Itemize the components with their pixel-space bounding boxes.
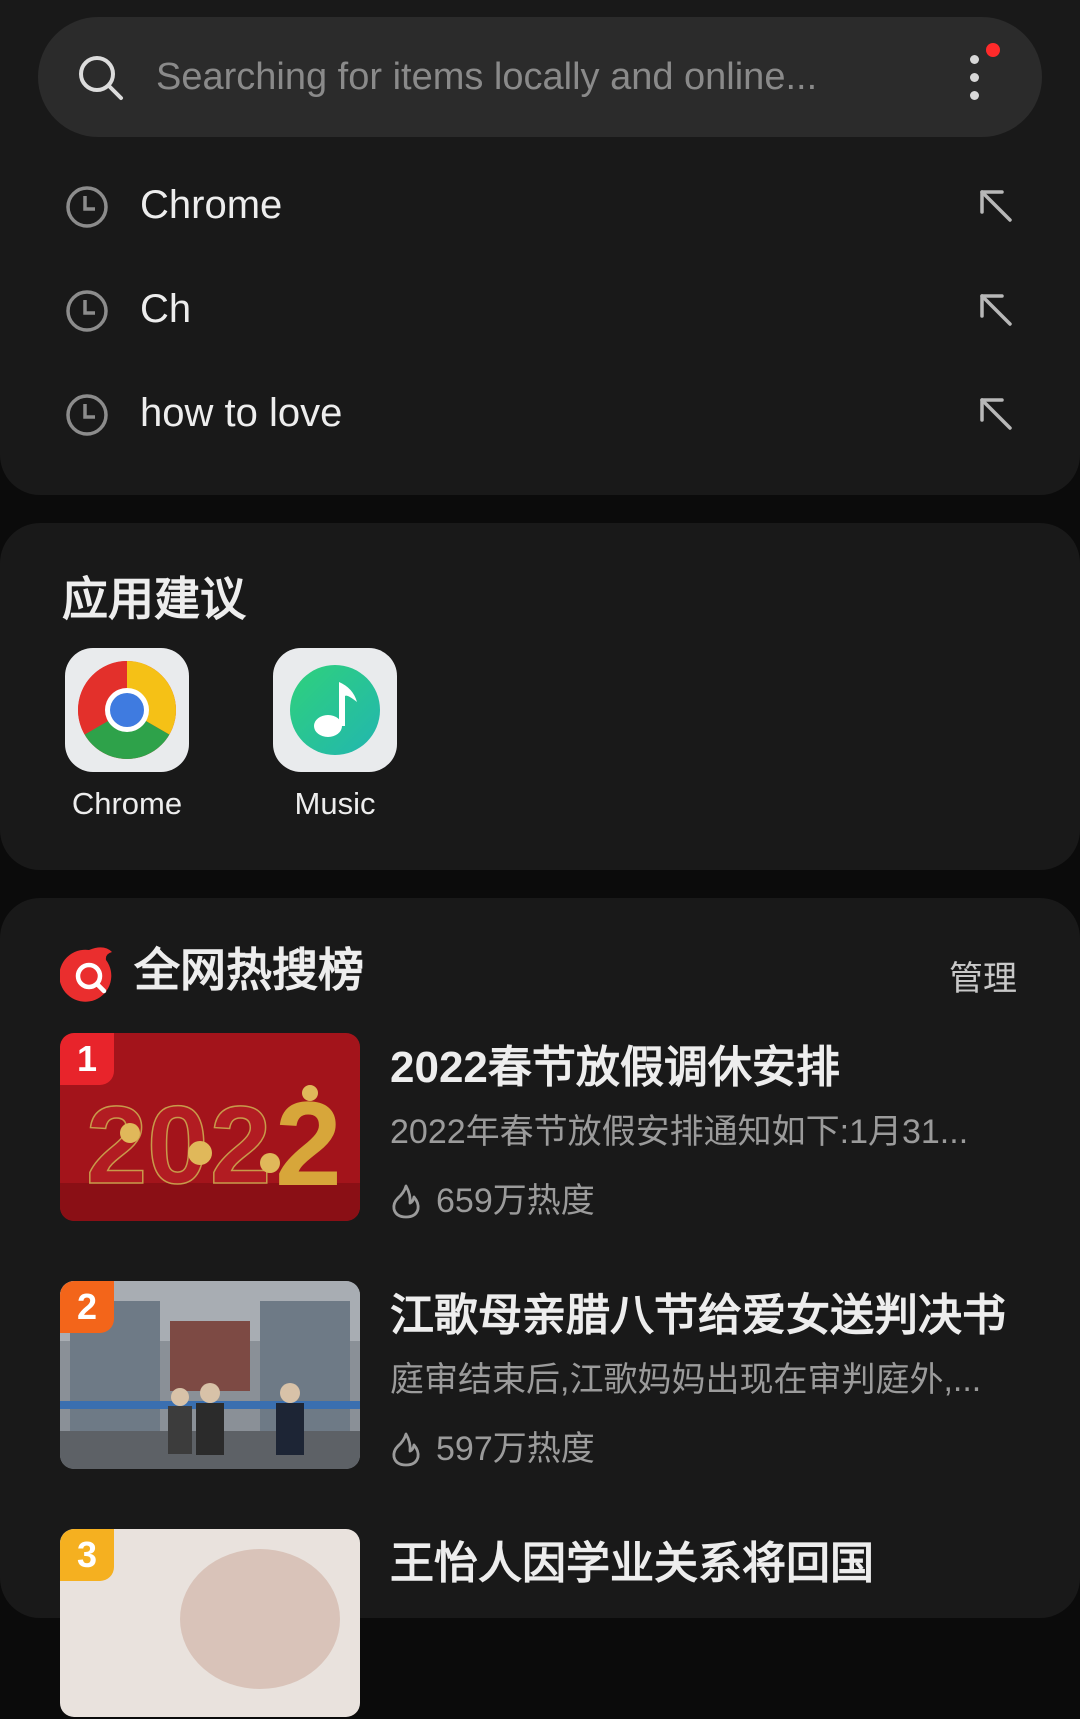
music-icon[interactable] <box>273 648 397 772</box>
hot-search-item[interactable]: 2 江歌母亲腊八节给爱女送判决书 庭审结束后,江歌妈妈出现在审判庭外,... 5… <box>0 1281 1080 1471</box>
history-item[interactable]: Ch <box>0 262 1080 362</box>
hot-item-title: 王怡人因学业关系将回国 <box>390 1539 874 1588</box>
app-chrome[interactable]: Chrome <box>65 648 189 822</box>
app-suggestions-title: 应用建议 <box>62 573 246 625</box>
hot-search-item[interactable]: 20 2 2 1 2022春节放假调休安排 2022年春节放假安排通知如下:1月… <box>0 1033 1080 1223</box>
hot-search-card: 全网热搜榜 管理 20 2 2 1 2022春节放假调休安排 2022年春节放假… <box>0 898 1080 1717</box>
more-dot-icon <box>970 73 979 82</box>
hot-search-title: 全网热搜榜 <box>134 944 364 996</box>
more-options-button[interactable] <box>946 43 1006 113</box>
history-item[interactable]: Chrome <box>0 158 1080 258</box>
hot-item-thumbnail: 2 <box>60 1281 360 1469</box>
hot-item-title: 江歌母亲腊八节给爱女送判决书 <box>390 1291 1006 1340</box>
history-item-text: Chrome <box>140 183 283 227</box>
hot-item-thumbnail: 20 2 2 1 <box>60 1033 360 1221</box>
rank-badge: 1 <box>60 1033 114 1085</box>
history-clock-icon <box>66 394 108 436</box>
history-item[interactable]: how to love <box>0 366 1080 466</box>
hot-search-logo-icon <box>60 947 112 1002</box>
manage-button[interactable]: 管理 <box>949 958 1017 1000</box>
fill-query-arrow-icon[interactable] <box>972 390 1018 436</box>
heat-value: 597万热度 <box>436 1430 595 1468</box>
hot-item-title: 2022春节放假调休安排 <box>390 1043 840 1092</box>
flame-icon <box>392 1184 420 1219</box>
search-bar[interactable] <box>38 17 1042 137</box>
history-item-text: how to love <box>140 391 343 435</box>
fill-query-arrow-icon[interactable] <box>972 182 1018 228</box>
search-icon <box>79 56 123 100</box>
svg-text:20: 20 <box>86 1084 208 1207</box>
app-music[interactable]: Music <box>273 648 397 822</box>
flame-icon <box>392 1432 420 1467</box>
history-clock-icon <box>66 290 108 332</box>
app-label: Music <box>294 786 376 821</box>
hot-search-item[interactable]: 3 王怡人因学业关系将回国 <box>0 1529 1080 1719</box>
hot-item-description: 庭审结束后,江歌妈妈出现在审判庭外,... <box>390 1361 982 1399</box>
rank-badge: 2 <box>60 1281 114 1333</box>
hot-item-thumbnail: 3 <box>60 1529 360 1717</box>
heat-value: 659万热度 <box>436 1182 595 1220</box>
app-label: Chrome <box>71 786 183 821</box>
notification-dot-icon <box>986 43 1000 57</box>
fill-query-arrow-icon[interactable] <box>972 286 1018 332</box>
history-clock-icon <box>66 186 108 228</box>
search-input[interactable] <box>156 39 916 115</box>
app-suggestions-card: 应用建议 Chrome Music <box>0 523 1080 870</box>
hot-item-description: 2022年春节放假安排通知如下:1月31... <box>390 1113 969 1151</box>
search-history-card: Chrome Ch how to love <box>0 0 1080 495</box>
svg-text:2: 2 <box>210 1084 271 1207</box>
chrome-icon[interactable] <box>65 648 189 772</box>
history-item-text: Ch <box>140 287 192 331</box>
more-dot-icon <box>970 91 979 100</box>
rank-badge: 3 <box>60 1529 114 1581</box>
more-dot-icon <box>970 55 979 64</box>
